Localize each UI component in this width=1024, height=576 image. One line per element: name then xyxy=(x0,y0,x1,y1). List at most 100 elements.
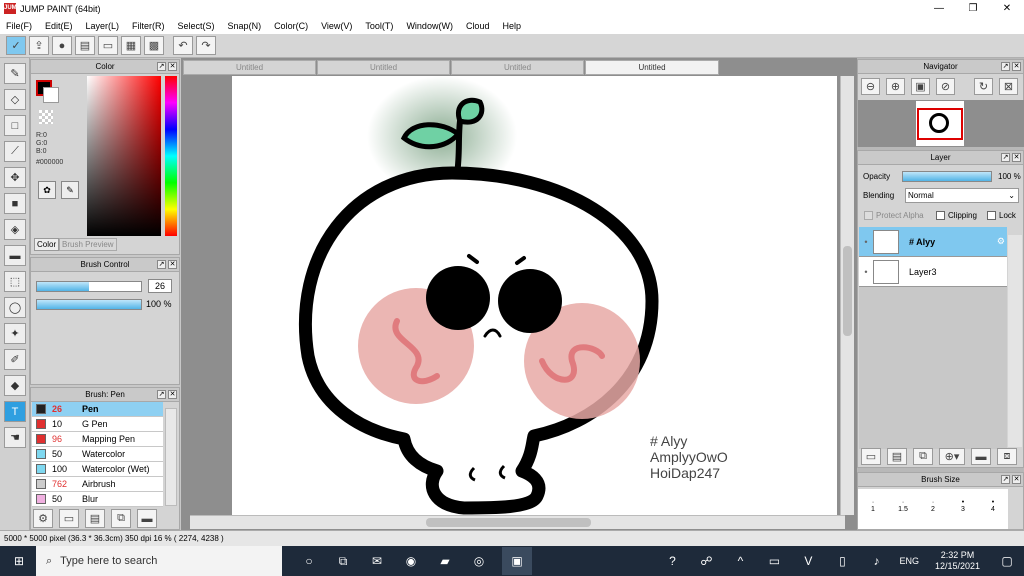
help-icon[interactable]: ? xyxy=(661,552,683,570)
actual-size-icon[interactable]: ⊘ xyxy=(936,78,955,95)
folder-icon[interactable]: ▬ xyxy=(971,448,991,465)
tab-color[interactable]: Color xyxy=(34,238,60,251)
clock[interactable]: 2:32 PM 12/15/2021 xyxy=(935,550,980,572)
panel-close-icon[interactable]: ✕ xyxy=(1012,475,1021,484)
panel-close-icon[interactable]: ✕ xyxy=(168,260,177,269)
panel-close-icon[interactable]: ✕ xyxy=(168,62,177,71)
layer-row-layer3[interactable]: • Layer3 xyxy=(859,257,1007,287)
brush-size-preset[interactable]: • 4 xyxy=(978,489,1008,529)
cloud-icon[interactable]: ✓ xyxy=(6,36,26,55)
horizontal-scrollbar[interactable] xyxy=(190,515,845,529)
antivirus-icon[interactable]: V xyxy=(797,552,819,570)
gear-icon[interactable]: ⚙ xyxy=(997,236,1005,247)
undock-icon[interactable]: ↗ xyxy=(1001,475,1010,484)
pen-tool-icon[interactable]: ✎ xyxy=(4,63,26,84)
task-view-icon[interactable]: ⧉ xyxy=(332,552,354,570)
menu-file[interactable]: File(F) xyxy=(6,21,32,31)
minimize-button[interactable]: — xyxy=(922,0,956,17)
bucket-tool-icon[interactable]: ◈ xyxy=(4,219,26,240)
menu-filter[interactable]: Filter(R) xyxy=(132,21,165,31)
brush-size-preset[interactable]: · 2 xyxy=(918,489,948,529)
duplicate-layer-icon[interactable]: ▤ xyxy=(887,448,907,465)
brush-copy-icon[interactable]: ⧉ xyxy=(111,509,131,528)
brush-item[interactable]: 50 Blur xyxy=(32,492,163,507)
lock-checkbox[interactable] xyxy=(987,211,996,220)
maximize-button[interactable]: ❐ xyxy=(956,0,990,17)
add-layer-menu-icon[interactable]: ⊕▾ xyxy=(939,448,965,465)
people-icon[interactable]: ☍ xyxy=(695,552,717,570)
vertical-scrollbar[interactable] xyxy=(840,76,854,515)
undock-icon[interactable]: ↗ xyxy=(157,62,166,71)
undock-icon[interactable]: ↗ xyxy=(157,390,166,399)
rect-tool-icon[interactable]: □ xyxy=(4,115,26,136)
navigator-thumbnail[interactable] xyxy=(916,101,964,146)
panel-close-icon[interactable]: ✕ xyxy=(1012,62,1021,71)
select-pen-icon[interactable]: ✐ xyxy=(4,349,26,370)
tab-document-1[interactable]: Untitled xyxy=(183,60,316,75)
cortana-icon[interactable]: ○ xyxy=(298,552,320,570)
taskbar-search[interactable]: ⌕ Type here to search xyxy=(36,546,282,576)
brush-size-input[interactable]: 26 xyxy=(148,279,172,293)
brush-item[interactable]: 762 Airbrush xyxy=(32,477,163,492)
blending-select[interactable]: Normal ⌄ xyxy=(905,188,1019,203)
merge-layer-icon[interactable]: ⧈ xyxy=(997,448,1017,465)
eraser-tool-icon[interactable]: ◇ xyxy=(4,89,26,110)
menu-cloud[interactable]: Cloud xyxy=(466,21,490,31)
magic-wand-icon[interactable]: ✦ xyxy=(4,323,26,344)
redo-icon[interactable]: ↷ xyxy=(196,36,216,55)
brush-size-slider[interactable] xyxy=(36,281,142,292)
pages-icon[interactable]: ▦ xyxy=(121,36,141,55)
brush-item[interactable]: 26 Pen xyxy=(32,402,163,417)
battery-icon[interactable]: ▯ xyxy=(831,552,853,570)
line-tool-icon[interactable]: ⟋ xyxy=(4,141,26,162)
jump-paint-taskbar-icon[interactable]: ▣ xyxy=(502,547,532,575)
layer-opacity-slider[interactable] xyxy=(902,171,992,182)
page-icon[interactable]: ▭ xyxy=(98,36,118,55)
tab-document-3[interactable]: Untitled xyxy=(451,60,584,75)
menu-color[interactable]: Color(C) xyxy=(274,21,308,31)
new-brush-icon[interactable]: ▭ xyxy=(59,509,79,528)
menu-tool[interactable]: Tool(T) xyxy=(365,21,393,31)
brush-item[interactable]: 96 Mapping Pen xyxy=(32,432,163,447)
chrome-icon[interactable]: ◎ xyxy=(468,552,490,570)
text-tool-icon[interactable]: T xyxy=(4,401,26,422)
gradient-tool-icon[interactable]: ▬ xyxy=(4,245,26,266)
select-eraser-icon[interactable]: ◆ xyxy=(4,375,26,396)
layer-row-alyy[interactable]: • # Alyy ⚙ xyxy=(859,227,1007,257)
move-tool-icon[interactable]: ✥ xyxy=(4,167,26,188)
edge-icon[interactable]: ◉ xyxy=(400,552,422,570)
brush-item[interactable]: 50 Watercolor xyxy=(32,447,163,462)
brush-list-scrollbar[interactable] xyxy=(165,408,177,506)
layer-scrollbar[interactable] xyxy=(1008,235,1022,447)
close-button[interactable]: ✕ xyxy=(990,0,1024,17)
menu-snap[interactable]: Snap(N) xyxy=(228,21,262,31)
menu-edit[interactable]: Edit(E) xyxy=(45,21,73,31)
undock-icon[interactable]: ↗ xyxy=(157,260,166,269)
language-indicator[interactable]: ENG xyxy=(899,556,919,566)
tab-brush-preview[interactable]: Brush Preview xyxy=(59,238,117,251)
windows-start-icon[interactable]: ⊞ xyxy=(8,552,30,570)
brush-item[interactable]: 10 G Pen xyxy=(32,417,163,432)
zoom-in-icon[interactable]: ⊕ xyxy=(886,78,905,95)
vertical-scroll-thumb[interactable] xyxy=(843,246,852,336)
hand-tool-icon[interactable]: ☚ xyxy=(4,427,26,448)
undock-icon[interactable]: ↗ xyxy=(1001,153,1010,162)
fit-icon[interactable]: ▣ xyxy=(911,78,930,95)
menu-window[interactable]: Window(W) xyxy=(406,21,453,31)
share-icon[interactable]: ⇪ xyxy=(29,36,49,55)
menu-help[interactable]: Help xyxy=(502,21,521,31)
undo-icon[interactable]: ↶ xyxy=(173,36,193,55)
tab-document-active[interactable]: Untitled xyxy=(585,60,719,75)
brush-size-preset[interactable]: · 1 xyxy=(858,489,888,529)
visibility-icon[interactable]: • xyxy=(859,267,873,277)
zoom-out-icon[interactable]: ⊖ xyxy=(861,78,880,95)
palette-edit-icon[interactable]: ✎ xyxy=(61,181,79,199)
fill-rect-tool-icon[interactable]: ■ xyxy=(4,193,26,214)
brush-settings-icon[interactable]: ⚙ xyxy=(33,509,53,528)
protect-alpha-checkbox[interactable] xyxy=(864,211,873,220)
new-layer-icon[interactable]: ▭ xyxy=(861,448,881,465)
brush-size-preset[interactable]: · 1.5 xyxy=(888,489,918,529)
brush-opacity-slider[interactable] xyxy=(36,299,142,310)
visibility-icon[interactable]: • xyxy=(859,237,873,247)
flip-icon[interactable]: ⊠ xyxy=(999,78,1018,95)
